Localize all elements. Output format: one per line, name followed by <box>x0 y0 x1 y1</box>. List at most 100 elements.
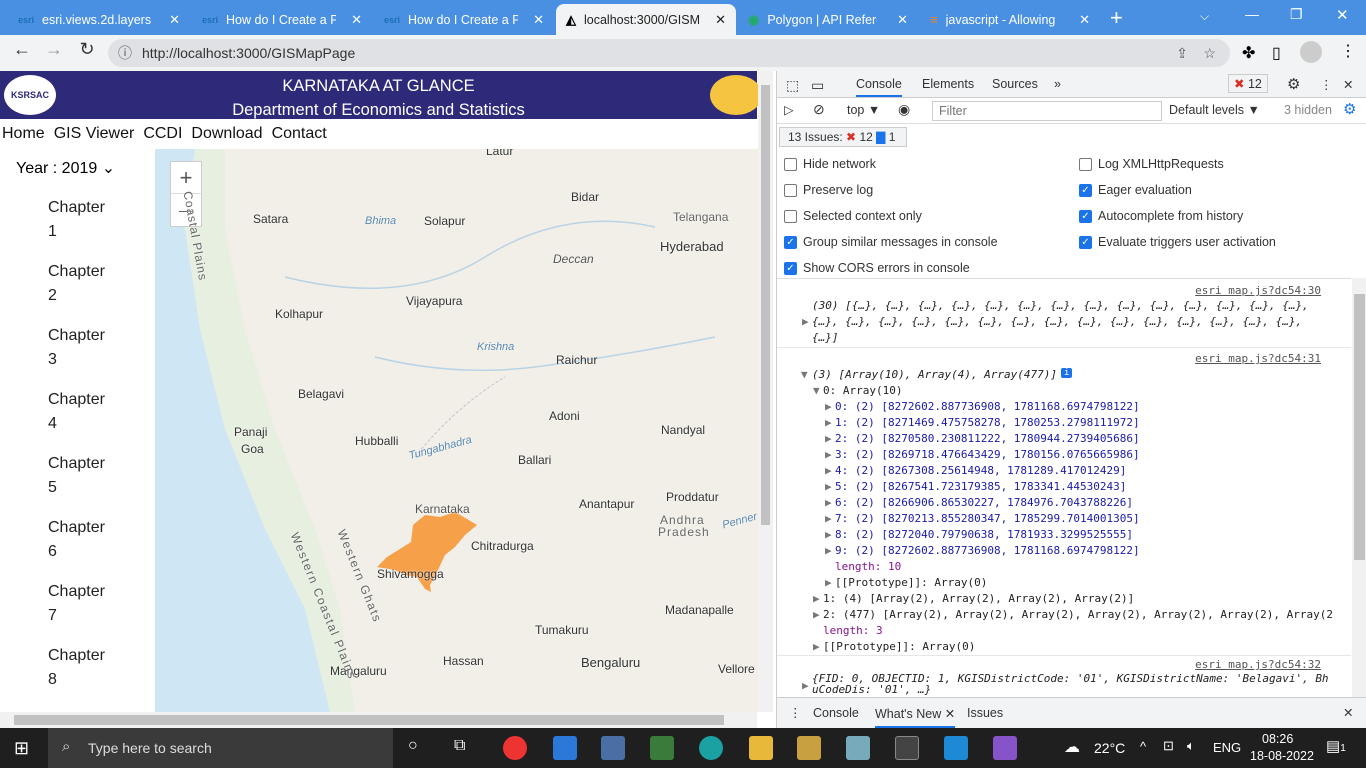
console-array-entry[interactable]: 7: (2) [8270213.855280347, 1785299.70140… <box>835 512 1140 525</box>
console-filter-input[interactable] <box>932 101 1162 121</box>
profile-avatar[interactable] <box>1300 41 1322 63</box>
chapter-link[interactable]: Chapter3 <box>48 324 105 372</box>
browser-tab[interactable]: esriHow do I Create a Poly✕ <box>192 4 372 35</box>
console-array-entry[interactable]: 3: (2) [8269718.476643429, 1780156.07656… <box>835 448 1140 461</box>
console-array-entry[interactable]: 6: (2) [8266906.86530227, 1784976.704378… <box>835 496 1133 509</box>
task-view-icon[interactable]: ⧉ <box>454 737 465 755</box>
horizontal-scrollbar[interactable] <box>0 712 757 728</box>
nav-contact[interactable]: Contact <box>272 125 327 143</box>
chapter-link[interactable]: Chapter2 <box>48 260 105 308</box>
expand-arrow-icon[interactable]: ▶ <box>825 464 832 477</box>
browser-tab-active[interactable]: ◭localhost:3000/GISMap✕ <box>556 4 736 35</box>
reload-icon[interactable]: ↻ <box>75 39 99 60</box>
year-select[interactable]: Year : 2019 ⌄ <box>16 158 115 178</box>
nav-gis-viewer[interactable]: GIS Viewer <box>54 125 135 143</box>
clock-date[interactable]: 18-08-2022 <box>1250 749 1314 763</box>
close-icon[interactable]: ✕ <box>1079 12 1090 28</box>
close-icon[interactable]: ✕ <box>715 12 726 28</box>
checkbox-checked[interactable]: ✓ <box>1079 210 1092 223</box>
vscode-icon[interactable] <box>944 736 968 760</box>
bookmark-star-icon[interactable]: ☆ <box>1203 45 1216 62</box>
drawer-tab-console[interactable]: Console <box>813 706 859 720</box>
browser-tab[interactable]: esriHow do I Create a Poly✕ <box>374 4 554 35</box>
expand-arrow-icon[interactable]: ▶ <box>802 315 809 328</box>
share-icon[interactable]: ⇪ <box>1176 45 1188 62</box>
menu-icon[interactable]: ⋮ <box>1340 41 1356 61</box>
option-show-cors-errors[interactable]: ✓Show CORS errors in console <box>784 261 970 275</box>
chapter-link[interactable]: Chapter6 <box>48 516 105 564</box>
error-count-badge[interactable]: ✖ 12 <box>1228 74 1268 93</box>
expand-arrow-icon[interactable]: ▶ <box>825 400 832 413</box>
app-icon[interactable] <box>846 736 870 760</box>
source-link[interactable]: esri map.js?dc54:32 <box>1195 658 1321 671</box>
extensions-icon[interactable]: ✤ <box>1242 43 1255 63</box>
checkbox-checked[interactable]: ✓ <box>784 262 797 275</box>
console-settings-icon[interactable]: ⚙ <box>1343 100 1356 118</box>
app-icon[interactable] <box>650 736 674 760</box>
gis-map[interactable]: + — Latur Bidar Satara Solapur Telangana… <box>155 149 758 712</box>
checkbox[interactable] <box>784 210 797 223</box>
nav-home[interactable]: Home <box>2 125 45 143</box>
language-indicator[interactable]: ENG <box>1213 740 1241 755</box>
app-icon[interactable] <box>601 736 625 760</box>
chevron-up-icon[interactable]: ^ <box>1140 739 1146 754</box>
expand-arrow-icon[interactable]: ▶ <box>825 480 832 493</box>
chrome-icon[interactable] <box>503 736 527 760</box>
volume-icon[interactable]: 🔈︎ <box>1187 738 1195 754</box>
drawer-tab-issues[interactable]: Issues <box>967 706 1003 720</box>
weather-temp[interactable]: 22°C <box>1094 740 1125 756</box>
tab-console[interactable]: Console <box>856 77 902 97</box>
checkbox[interactable] <box>784 184 797 197</box>
live-expression-eye-icon[interactable]: ◉ <box>898 101 910 118</box>
nav-download[interactable]: Download <box>191 125 262 143</box>
weather-cloud-icon[interactable]: ☁ <box>1064 737 1080 757</box>
log-levels-select[interactable]: Default levels ▼ <box>1169 103 1260 117</box>
edge-icon[interactable] <box>699 736 723 760</box>
more-options-icon[interactable]: ⋮ <box>1320 77 1333 92</box>
expand-arrow-icon[interactable]: ▶ <box>825 528 832 541</box>
clear-console-icon[interactable]: ⊘ <box>813 101 825 118</box>
drawer-menu-icon[interactable]: ⋮ <box>789 705 802 720</box>
cortana-icon[interactable]: ○ <box>408 737 418 755</box>
tab-elements[interactable]: Elements <box>922 77 974 91</box>
source-link[interactable]: esri map.js?dc54:31 <box>1195 352 1321 365</box>
file-explorer-icon[interactable] <box>749 736 773 760</box>
console-array-entry[interactable]: 1: (2) [8271469.475758278, 1780253.27981… <box>835 416 1140 429</box>
close-icon[interactable]: ✕ <box>351 12 362 28</box>
console-scrollbar[interactable] <box>1352 278 1366 697</box>
forward-icon[interactable]: → <box>42 39 66 60</box>
settings-gear-icon[interactable]: ⚙ <box>1287 75 1300 93</box>
checkbox[interactable] <box>784 158 797 171</box>
info-badge-icon[interactable]: i <box>1061 368 1072 378</box>
close-icon[interactable]: ✕ <box>533 12 544 28</box>
side-panel-icon[interactable]: ▯ <box>1272 43 1281 63</box>
checkbox-checked[interactable]: ✓ <box>1079 184 1092 197</box>
chapter-link[interactable]: Chapter4 <box>48 388 105 436</box>
browser-tab[interactable]: ◉Polygon | API Referenc✕ <box>738 4 918 35</box>
context-select[interactable]: top ▼ <box>847 103 880 117</box>
browser-tab[interactable]: esriesri.views.2d.layers.Fea✕ <box>8 4 190 35</box>
drawer-tab-whats-new[interactable]: What's New ✕ <box>875 706 955 728</box>
terminal-icon[interactable] <box>895 736 919 760</box>
clock-time[interactable]: 08:26 <box>1262 732 1293 746</box>
option-preserve-log[interactable]: Preserve log <box>784 183 873 197</box>
windows-start-icon[interactable]: ⊞ <box>14 738 29 759</box>
option-log-xhr[interactable]: Log XMLHttpRequests <box>1079 157 1224 171</box>
taskbar-search[interactable]: ⌕Type here to search <box>48 728 393 768</box>
chapter-link[interactable]: Chapter7 <box>48 580 105 628</box>
minimize-button[interactable]: — <box>1245 6 1259 22</box>
device-toolbar-icon[interactable]: ▭ <box>811 77 824 94</box>
back-icon[interactable]: ← <box>10 39 34 60</box>
restore-button[interactable]: ❐ <box>1290 6 1303 23</box>
source-link[interactable]: esri map.js?dc54:30 <box>1195 284 1321 297</box>
close-devtools-icon[interactable]: ✕ <box>1343 77 1353 92</box>
network-icon[interactable]: ⊡ <box>1163 738 1174 754</box>
vertical-scrollbar[interactable] <box>758 71 773 712</box>
option-evaluate-triggers[interactable]: ✓Evaluate triggers user activation <box>1079 235 1276 249</box>
close-icon[interactable]: ✕ <box>169 12 180 28</box>
browser-tab[interactable]: ≡javascript - Allowing n✕ <box>920 4 1100 35</box>
close-icon[interactable]: ✕ <box>897 12 908 28</box>
console-array-entry[interactable]: 5: (2) [8267541.723179385, 1783341.44530… <box>835 480 1126 493</box>
issues-button[interactable]: 13 Issues: ✖ 12 ▇ 1 <box>779 127 907 147</box>
console-array-entry[interactable]: 0: (2) [8272602.887736908, 1781168.69747… <box>835 400 1140 413</box>
